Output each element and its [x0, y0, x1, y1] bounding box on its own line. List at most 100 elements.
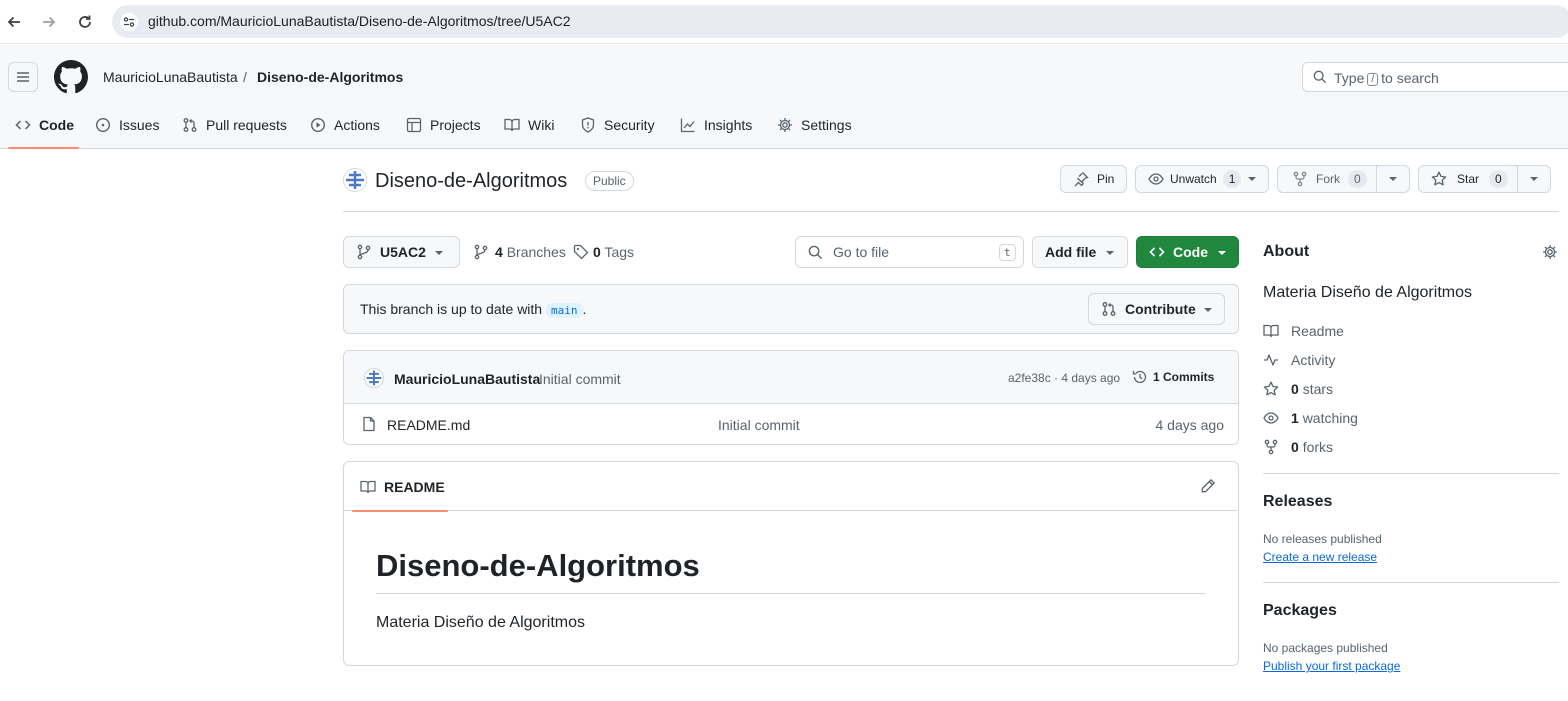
fork-icon	[1292, 171, 1308, 187]
tab-insights[interactable]: Insights	[680, 111, 752, 149]
avatar[interactable]	[364, 368, 384, 388]
forks-link[interactable]: 0 forks	[1263, 439, 1333, 455]
branch-icon	[473, 244, 489, 260]
branch-status-box: This branch is up to date with main. Con…	[343, 284, 1239, 334]
search-shortcut-key: /	[1367, 73, 1379, 86]
breadcrumb-repo[interactable]: Diseno-de-Algoritmos	[257, 69, 403, 85]
tab-settings[interactable]: Settings	[777, 111, 852, 149]
book-icon	[504, 117, 520, 133]
chevron-down-icon[interactable]	[1388, 176, 1398, 182]
star-icon	[1263, 381, 1279, 397]
tab-readme[interactable]: README	[352, 462, 448, 512]
gear-icon[interactable]	[1542, 244, 1558, 260]
tab-actions[interactable]: Actions	[310, 111, 380, 149]
search-icon	[808, 245, 823, 260]
add-file-button[interactable]: Add file	[1032, 236, 1128, 268]
tab-code[interactable]: Code	[8, 111, 79, 149]
issue-icon	[95, 117, 111, 133]
go-to-file-shortcut: t	[999, 244, 1016, 261]
site-settings-icon[interactable]	[120, 13, 138, 31]
create-release-link[interactable]: Create a new release	[1263, 550, 1377, 564]
latest-commit-bar: MauricioLunaBautista Initial commit a2fe…	[344, 351, 1238, 404]
star-button[interactable]: Star 0	[1418, 165, 1551, 193]
address-bar[interactable]: github.com/MauricioLunaBautista/Diseno-d…	[112, 5, 1568, 38]
unwatch-button[interactable]: Unwatch 1	[1135, 165, 1269, 193]
go-to-file-input[interactable]: Go to file t	[795, 236, 1024, 268]
commit-meta[interactable]: a2fe38c · 4 days ago	[1008, 371, 1120, 385]
activity-link[interactable]: Activity	[1263, 352, 1335, 368]
search-input[interactable]: Type / to search	[1302, 62, 1568, 92]
browser-toolbar: github.com/MauricioLunaBautista/Diseno-d…	[0, 0, 1568, 44]
stars-link[interactable]: 0 stars	[1263, 381, 1333, 397]
branch-selector-button[interactable]: U5AC2	[343, 236, 460, 268]
tab-security[interactable]: Security	[580, 111, 655, 149]
graph-icon	[680, 117, 696, 133]
history-icon	[1132, 369, 1148, 385]
divider	[376, 593, 1206, 594]
visibility-badge: Public	[585, 171, 634, 191]
file-name[interactable]: README.md	[387, 417, 470, 433]
pull-request-icon	[182, 117, 198, 133]
tab-wiki[interactable]: Wiki	[504, 111, 554, 149]
about-heading: About	[1263, 243, 1310, 260]
reload-icon[interactable]	[73, 10, 97, 34]
tags-link[interactable]: 0 Tags	[573, 244, 634, 260]
tab-projects[interactable]: Projects	[406, 111, 481, 149]
base-branch-link[interactable]: main	[546, 303, 583, 318]
breadcrumb-owner[interactable]: MauricioLunaBautista	[103, 69, 238, 85]
commits-link[interactable]: 1 Commits	[1132, 369, 1214, 385]
about-description: Materia Diseño de Algoritmos	[1263, 284, 1472, 301]
file-commit-message[interactable]: Initial commit	[718, 417, 800, 433]
commit-message[interactable]: Initial commit	[539, 371, 621, 387]
releases-heading[interactable]: Releases	[1263, 493, 1332, 511]
pencil-icon[interactable]	[1200, 478, 1216, 494]
book-icon	[360, 479, 376, 495]
tab-pull-requests[interactable]: Pull requests	[182, 111, 287, 149]
branch-status-text: This branch is up to date with main.	[360, 301, 587, 318]
chevron-down-icon	[434, 250, 444, 256]
packages-heading[interactable]: Packages	[1263, 602, 1337, 620]
repo-avatar	[343, 168, 367, 192]
gear-icon	[777, 117, 793, 133]
readme-body: Materia Diseño de Algoritmos	[376, 614, 585, 631]
repo-header: MauricioLunaBautista / Diseno-de-Algorit…	[0, 45, 1568, 149]
back-icon[interactable]	[2, 10, 26, 34]
chevron-down-icon[interactable]	[1529, 176, 1539, 182]
pull-request-icon	[1101, 301, 1117, 317]
repo-title[interactable]: Diseno-de-Algoritmos	[375, 170, 567, 193]
hamburger-menu-button[interactable]	[8, 62, 38, 92]
watching-link[interactable]: 1 watching	[1263, 410, 1358, 426]
pulse-icon	[1263, 352, 1279, 368]
table-row[interactable]: README.md Initial commit 4 days ago	[344, 404, 1238, 444]
divider	[1263, 582, 1559, 583]
file-age: 4 days ago	[1155, 417, 1225, 433]
readme-header: README	[344, 462, 1238, 512]
code-dropdown-button[interactable]: Code	[1136, 236, 1239, 268]
eye-icon	[1263, 410, 1279, 426]
commit-author[interactable]: MauricioLunaBautista	[394, 371, 540, 387]
url-text[interactable]: github.com/MauricioLunaBautista/Diseno-d…	[148, 13, 571, 29]
chevron-down-icon	[1203, 307, 1213, 313]
contribute-button[interactable]: Contribute	[1088, 293, 1225, 325]
publish-package-link[interactable]: Publish your first package	[1263, 659, 1400, 673]
fork-button[interactable]: Fork 0	[1277, 165, 1410, 193]
watch-count: 1	[1222, 170, 1242, 188]
table-icon	[406, 117, 422, 133]
tab-issues[interactable]: Issues	[95, 111, 159, 149]
go-to-file-placeholder: Go to file	[833, 244, 890, 260]
star-count: 0	[1489, 170, 1508, 188]
search-icon	[1313, 70, 1327, 84]
play-icon	[310, 117, 326, 133]
pin-button[interactable]: Pin	[1060, 165, 1127, 193]
chevron-down-icon	[1217, 250, 1227, 256]
releases-empty-text: No releases published	[1263, 532, 1382, 546]
branch-icon	[356, 244, 372, 260]
shield-icon	[580, 117, 596, 133]
branches-link[interactable]: 4 Branches	[473, 244, 566, 260]
file-list: MauricioLunaBautista Initial commit a2fe…	[343, 350, 1239, 445]
tag-icon	[573, 244, 589, 260]
forward-icon[interactable]	[37, 10, 61, 34]
readme-box: README Diseno-de-Algoritmos Materia Dise…	[343, 461, 1239, 666]
readme-link[interactable]: Readme	[1263, 323, 1344, 339]
github-logo-icon[interactable]	[54, 60, 88, 94]
